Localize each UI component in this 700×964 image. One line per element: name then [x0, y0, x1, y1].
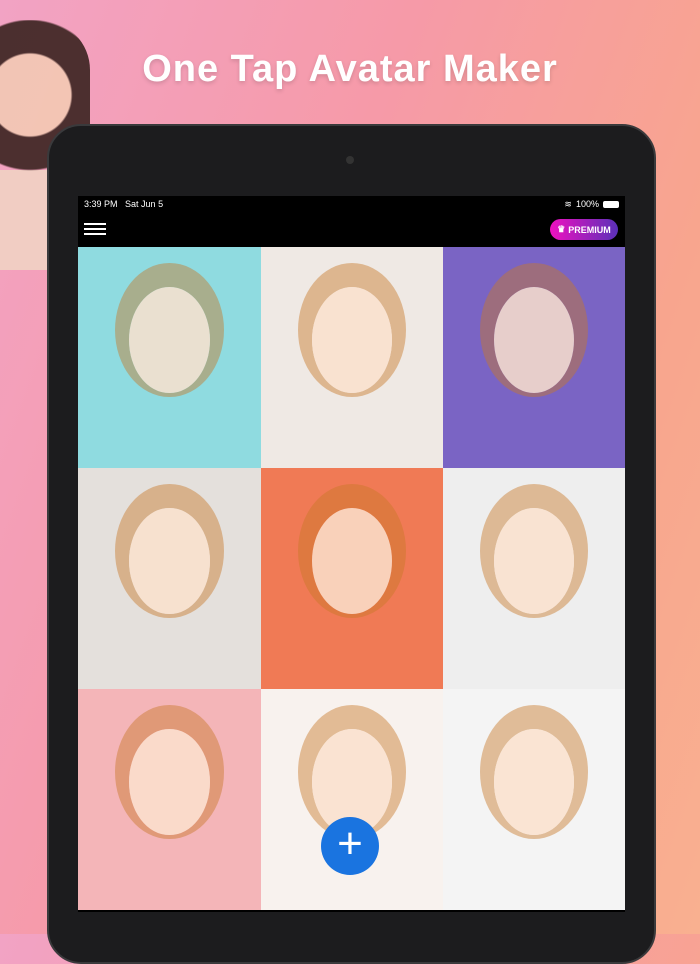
- status-time: 3:39 PM: [84, 199, 118, 209]
- hamburger-menu-icon[interactable]: [84, 223, 106, 235]
- wifi-icon: ≋: [564, 198, 572, 209]
- gallery-item-3[interactable]: [443, 247, 625, 468]
- gallery-item-4[interactable]: [78, 468, 261, 689]
- gallery-item-5[interactable]: [261, 468, 443, 689]
- avatar-gallery: [78, 247, 625, 910]
- gallery-item-7[interactable]: [78, 689, 261, 910]
- premium-label: PREMIUM: [568, 224, 611, 235]
- gallery-item-2[interactable]: [261, 247, 443, 468]
- app-screen: 3:39 PM Sat Jun 5 ≋ 100% ♛ PREMIUM +: [78, 196, 625, 912]
- promo-title: One Tap Avatar Maker: [142, 48, 558, 90]
- premium-button[interactable]: ♛ PREMIUM: [550, 219, 618, 240]
- battery-icon: [603, 200, 619, 208]
- gallery-item-1[interactable]: [78, 247, 261, 468]
- status-bar: 3:39 PM Sat Jun 5 ≋ 100%: [78, 196, 625, 212]
- gallery-item-6[interactable]: [443, 468, 625, 689]
- gallery-item-8[interactable]: [261, 689, 443, 910]
- camera: [346, 156, 354, 164]
- add-photo-button[interactable]: +: [321, 817, 379, 875]
- crown-icon: ♛: [557, 224, 566, 234]
- gallery-item-9[interactable]: [443, 689, 625, 910]
- status-date: Sat Jun 5: [125, 199, 164, 209]
- battery-percent: 100%: [575, 199, 599, 209]
- nav-bar: ♛ PREMIUM: [78, 212, 625, 247]
